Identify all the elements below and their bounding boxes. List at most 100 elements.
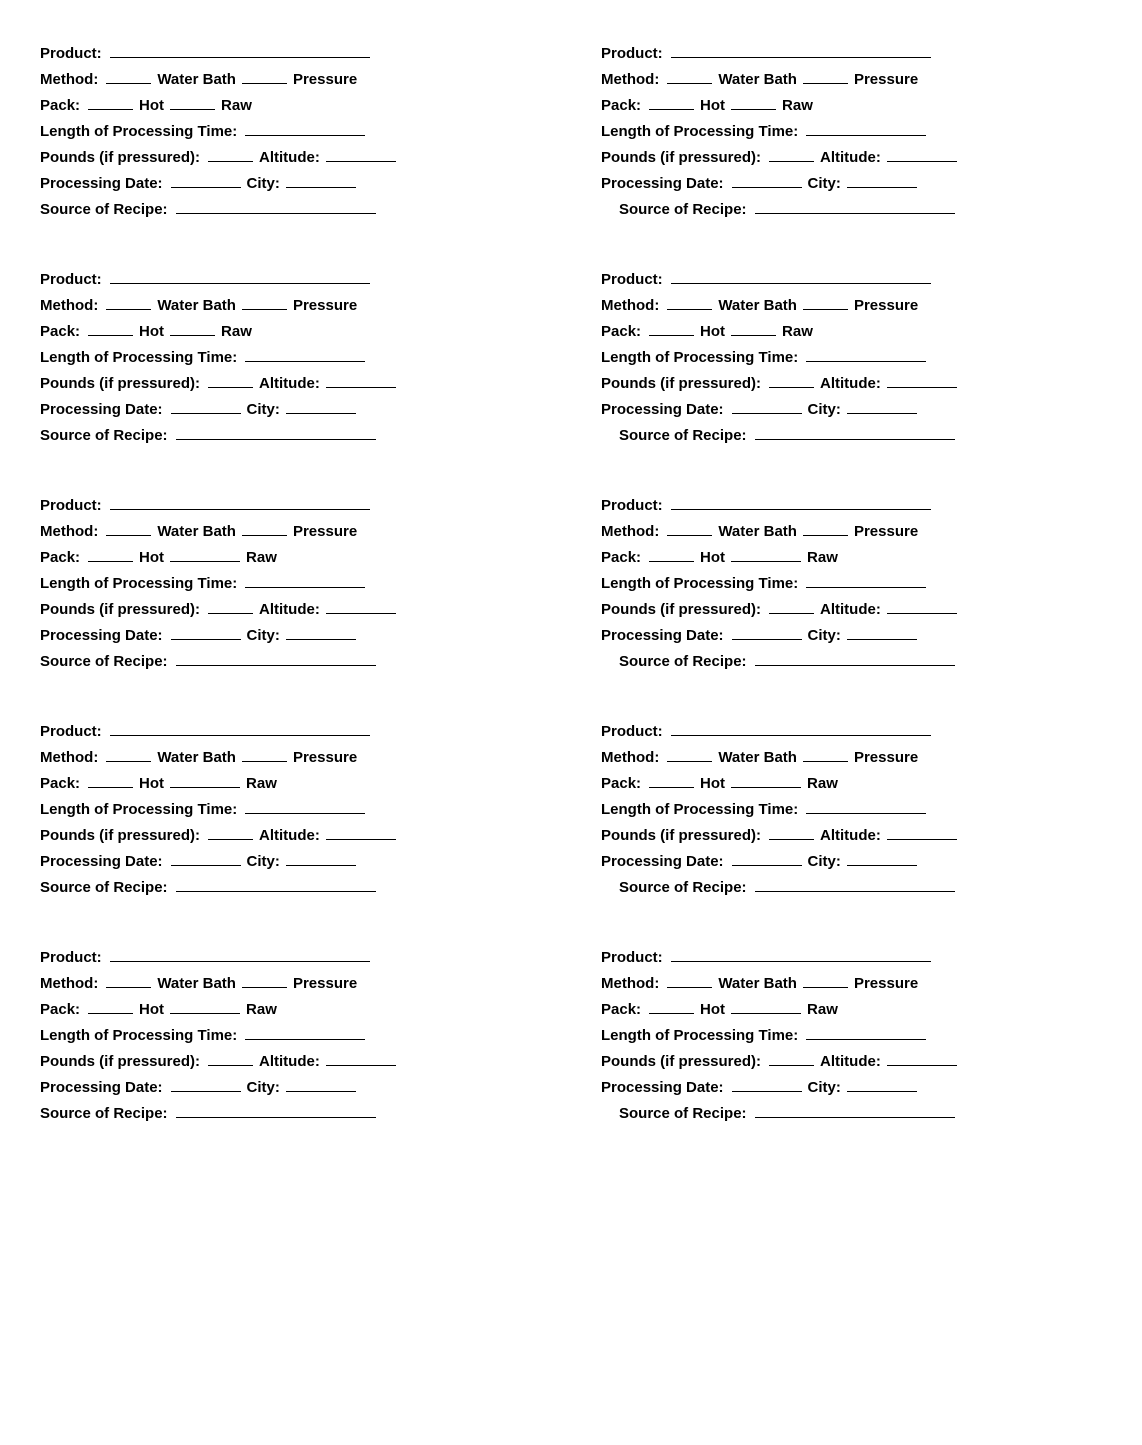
altitude-blank[interactable] xyxy=(326,824,396,840)
method-blank-1[interactable] xyxy=(106,972,151,988)
method-blank-1[interactable] xyxy=(667,520,712,536)
processing-time-blank[interactable] xyxy=(245,798,365,814)
date-blank[interactable] xyxy=(732,850,802,866)
pack-blank-1[interactable] xyxy=(649,546,694,562)
source-blank[interactable] xyxy=(176,650,376,666)
method-blank-1[interactable] xyxy=(667,746,712,762)
city-blank[interactable] xyxy=(286,398,356,414)
date-blank[interactable] xyxy=(171,172,241,188)
source-blank[interactable] xyxy=(755,876,955,892)
pack-blank-2[interactable] xyxy=(731,998,801,1014)
processing-time-blank[interactable] xyxy=(806,798,926,814)
method-blank-1[interactable] xyxy=(106,746,151,762)
method-blank-2[interactable] xyxy=(803,972,848,988)
pack-blank-1[interactable] xyxy=(649,320,694,336)
method-blank-2[interactable] xyxy=(803,68,848,84)
date-blank[interactable] xyxy=(171,1076,241,1092)
city-blank[interactable] xyxy=(847,850,917,866)
source-blank[interactable] xyxy=(755,424,955,440)
method-blank-2[interactable] xyxy=(242,972,287,988)
pack-blank-2[interactable] xyxy=(170,546,240,562)
date-blank[interactable] xyxy=(171,398,241,414)
altitude-blank[interactable] xyxy=(887,146,957,162)
pack-blank-1[interactable] xyxy=(88,546,133,562)
product-blank[interactable] xyxy=(671,946,931,962)
source-blank[interactable] xyxy=(755,198,955,214)
pounds-blank[interactable] xyxy=(769,1050,814,1066)
source-blank[interactable] xyxy=(755,1102,955,1118)
pounds-blank[interactable] xyxy=(208,372,253,388)
method-blank-1[interactable] xyxy=(667,294,712,310)
date-blank[interactable] xyxy=(732,398,802,414)
city-blank[interactable] xyxy=(847,624,917,640)
method-blank-2[interactable] xyxy=(242,746,287,762)
date-blank[interactable] xyxy=(171,850,241,866)
source-blank[interactable] xyxy=(755,650,955,666)
method-blank-1[interactable] xyxy=(667,972,712,988)
altitude-blank[interactable] xyxy=(326,598,396,614)
product-blank[interactable] xyxy=(671,268,931,284)
method-blank-2[interactable] xyxy=(803,520,848,536)
source-blank[interactable] xyxy=(176,1102,376,1118)
city-blank[interactable] xyxy=(847,1076,917,1092)
method-blank-1[interactable] xyxy=(106,520,151,536)
altitude-blank[interactable] xyxy=(326,146,396,162)
altitude-blank[interactable] xyxy=(887,1050,957,1066)
processing-time-blank[interactable] xyxy=(245,346,365,362)
product-blank[interactable] xyxy=(671,720,931,736)
date-blank[interactable] xyxy=(732,172,802,188)
altitude-blank[interactable] xyxy=(887,598,957,614)
city-blank[interactable] xyxy=(286,172,356,188)
pack-blank-2[interactable] xyxy=(170,320,215,336)
source-blank[interactable] xyxy=(176,424,376,440)
altitude-blank[interactable] xyxy=(887,372,957,388)
city-blank[interactable] xyxy=(847,398,917,414)
date-blank[interactable] xyxy=(732,624,802,640)
pack-blank-1[interactable] xyxy=(88,320,133,336)
processing-time-blank[interactable] xyxy=(806,1024,926,1040)
altitude-blank[interactable] xyxy=(326,372,396,388)
method-blank-1[interactable] xyxy=(106,294,151,310)
pounds-blank[interactable] xyxy=(208,1050,253,1066)
pack-blank-2[interactable] xyxy=(731,546,801,562)
date-blank[interactable] xyxy=(732,1076,802,1092)
pack-blank-1[interactable] xyxy=(88,772,133,788)
source-blank[interactable] xyxy=(176,198,376,214)
product-blank[interactable] xyxy=(110,42,370,58)
method-blank-1[interactable] xyxy=(106,68,151,84)
source-blank[interactable] xyxy=(176,876,376,892)
product-blank[interactable] xyxy=(671,42,931,58)
pack-blank-1[interactable] xyxy=(88,94,133,110)
pounds-blank[interactable] xyxy=(208,598,253,614)
pack-blank-1[interactable] xyxy=(649,772,694,788)
processing-time-blank[interactable] xyxy=(806,346,926,362)
pack-blank-2[interactable] xyxy=(170,94,215,110)
pack-blank-1[interactable] xyxy=(649,94,694,110)
processing-time-blank[interactable] xyxy=(245,572,365,588)
altitude-blank[interactable] xyxy=(887,824,957,840)
pack-blank-2[interactable] xyxy=(170,772,240,788)
processing-time-blank[interactable] xyxy=(806,120,926,136)
pack-blank-2[interactable] xyxy=(731,94,776,110)
processing-time-blank[interactable] xyxy=(806,572,926,588)
pounds-blank[interactable] xyxy=(208,824,253,840)
pack-blank-2[interactable] xyxy=(731,320,776,336)
processing-time-blank[interactable] xyxy=(245,1024,365,1040)
pack-blank-2[interactable] xyxy=(170,998,240,1014)
pounds-blank[interactable] xyxy=(769,372,814,388)
method-blank-2[interactable] xyxy=(242,68,287,84)
method-blank-2[interactable] xyxy=(242,520,287,536)
pack-blank-1[interactable] xyxy=(649,998,694,1014)
method-blank-2[interactable] xyxy=(803,294,848,310)
pounds-blank[interactable] xyxy=(769,146,814,162)
pounds-blank[interactable] xyxy=(769,824,814,840)
product-blank[interactable] xyxy=(110,946,370,962)
processing-time-blank[interactable] xyxy=(245,120,365,136)
method-blank-2[interactable] xyxy=(803,746,848,762)
product-blank[interactable] xyxy=(110,494,370,510)
product-blank[interactable] xyxy=(110,268,370,284)
product-blank[interactable] xyxy=(671,494,931,510)
date-blank[interactable] xyxy=(171,624,241,640)
method-blank-2[interactable] xyxy=(242,294,287,310)
pounds-blank[interactable] xyxy=(208,146,253,162)
